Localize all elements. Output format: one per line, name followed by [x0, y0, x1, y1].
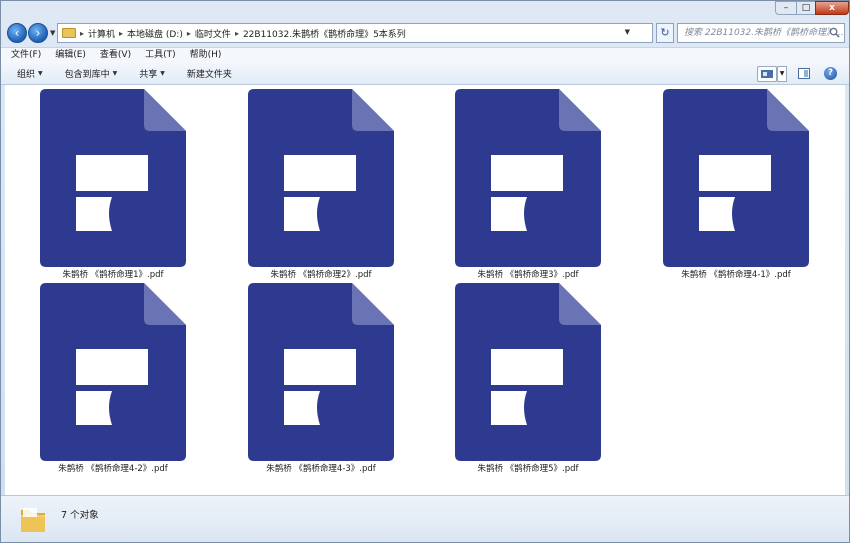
- pdf-file-icon: [248, 283, 394, 461]
- menu-view[interactable]: 查看(V): [100, 48, 131, 63]
- pdf-file-icon: [455, 89, 601, 267]
- search-input[interactable]: 搜索 22B11032.朱鹊桥《鹊桥命理》...: [677, 23, 845, 43]
- breadcrumb-computer[interactable]: 计算机: [88, 27, 115, 40]
- folder-icon: [21, 508, 45, 532]
- menu-edit[interactable]: 编辑(E): [55, 48, 86, 63]
- close-button[interactable]: x: [815, 1, 849, 15]
- refresh-button[interactable]: ↻: [656, 23, 674, 43]
- include-in-library-button[interactable]: 包含到库中 ▼: [65, 67, 118, 80]
- folder-icon: [62, 28, 76, 38]
- file-name[interactable]: 朱鹊桥 《鹊桥命理3》.pdf: [433, 268, 623, 280]
- new-folder-button[interactable]: 新建文件夹: [187, 67, 232, 80]
- share-label: 共享: [139, 70, 158, 80]
- help-icon[interactable]: ?: [824, 67, 837, 80]
- file-item[interactable]: 朱鹊桥 《鹊桥命理4-3》.pdf: [226, 283, 416, 474]
- search-placeholder: 搜索 22B11032.朱鹊桥《鹊桥命理》...: [684, 28, 844, 38]
- breadcrumb-temp-files[interactable]: 临时文件: [195, 27, 231, 40]
- forward-button[interactable]: ›: [28, 23, 48, 43]
- address-bar[interactable]: ▸ 计算机 ▸ 本地磁盘 (D:) ▸ 临时文件 ▸ 22B11032.朱鹊桥《…: [57, 23, 653, 43]
- view-options-dropdown[interactable]: ▼: [777, 66, 787, 82]
- breadcrumb-separator[interactable]: ▸: [235, 29, 239, 38]
- menu-tools[interactable]: 工具(T): [145, 48, 176, 63]
- new-folder-label: 新建文件夹: [186, 70, 232, 80]
- chevron-down-icon: ▼: [160, 70, 165, 77]
- organize-button[interactable]: 组织 ▼: [17, 67, 43, 80]
- file-item[interactable]: 朱鹊桥 《鹊桥命理4-2》.pdf: [18, 283, 208, 474]
- file-item[interactable]: 朱鹊桥 《鹊桥命理5》.pdf: [433, 283, 623, 474]
- file-name[interactable]: 朱鹊桥 《鹊桥命理1》.pdf: [18, 268, 208, 280]
- file-name[interactable]: 朱鹊桥 《鹊桥命理4-3》.pdf: [226, 462, 416, 474]
- file-item[interactable]: 朱鹊桥 《鹊桥命理1》.pdf: [18, 89, 208, 280]
- file-name[interactable]: 朱鹊桥 《鹊桥命理4-1》.pdf: [641, 268, 831, 280]
- forward-arrow-icon: ›: [35, 26, 41, 40]
- file-item[interactable]: 朱鹊桥 《鹊桥命理3》.pdf: [433, 89, 623, 280]
- breadcrumb-current-folder[interactable]: 22B11032.朱鹊桥《鹊桥命理》5本系列: [243, 27, 406, 40]
- breadcrumb-separator[interactable]: ▸: [187, 29, 191, 38]
- menu-file[interactable]: 文件(F): [11, 48, 41, 63]
- item-count: 7 个对象: [61, 510, 99, 521]
- file-item[interactable]: 朱鹊桥 《鹊桥命理4-1》.pdf: [641, 89, 831, 280]
- file-name[interactable]: 朱鹊桥 《鹊桥命理5》.pdf: [433, 462, 623, 474]
- minimize-button[interactable]: –: [775, 1, 797, 15]
- change-view-button[interactable]: [757, 66, 777, 82]
- breadcrumb-separator[interactable]: ▸: [80, 29, 84, 38]
- back-arrow-icon: ‹: [14, 26, 20, 40]
- pdf-file-icon: [40, 283, 186, 461]
- organize-label: 组织: [17, 70, 36, 80]
- pdf-file-icon: [455, 283, 601, 461]
- share-button[interactable]: 共享 ▼: [139, 67, 165, 80]
- pdf-file-icon: [40, 89, 186, 267]
- file-name[interactable]: 朱鹊桥 《鹊桥命理2》.pdf: [226, 268, 416, 280]
- chevron-down-icon: ▼: [112, 70, 118, 77]
- preview-pane-icon[interactable]: [798, 68, 810, 79]
- maximize-button[interactable]: □: [796, 1, 816, 15]
- command-toolbar: 组织 ▼ 包含到库中 ▼ 共享 ▼ 新建文件夹 ▼ ?: [1, 63, 849, 85]
- chevron-down-icon: ▼: [38, 70, 43, 77]
- search-icon: [829, 27, 840, 38]
- status-bar: 7 个对象: [1, 495, 849, 542]
- file-name[interactable]: 朱鹊桥 《鹊桥命理4-2》.pdf: [18, 462, 208, 474]
- file-item[interactable]: 朱鹊桥 《鹊桥命理2》.pdf: [226, 89, 416, 280]
- refresh-icon: ↻: [660, 26, 670, 39]
- back-button[interactable]: ‹: [7, 23, 27, 43]
- address-row: ‹ › ▼ ▸ 计算机 ▸ 本地磁盘 (D:) ▸ 临时文件 ▸ 22B1103…: [1, 19, 849, 47]
- menu-bar: 文件(F) 编辑(E) 查看(V) 工具(T) 帮助(H): [1, 47, 849, 63]
- include-library-label: 包含到库中: [64, 70, 110, 80]
- pdf-file-icon: [663, 89, 809, 267]
- menu-help[interactable]: 帮助(H): [190, 48, 222, 63]
- file-list: 朱鹊桥 《鹊桥命理1》.pdf 朱鹊桥 《鹊桥命理2》.pdf 朱鹊桥 《鹊桥命…: [5, 85, 845, 495]
- breadcrumb-drive-d[interactable]: 本地磁盘 (D:): [127, 27, 183, 40]
- pdf-file-icon: [248, 89, 394, 267]
- view-icon: [761, 70, 773, 78]
- explorer-window: – □ x ‹ › ▼ ▸ 计算机 ▸ 本地磁盘 (D:) ▸ 临时文件 ▸ 2…: [0, 0, 850, 543]
- recent-pages-dropdown[interactable]: ▼: [50, 29, 55, 37]
- address-history-dropdown[interactable]: ▼: [625, 28, 630, 36]
- breadcrumb-separator[interactable]: ▸: [119, 29, 123, 38]
